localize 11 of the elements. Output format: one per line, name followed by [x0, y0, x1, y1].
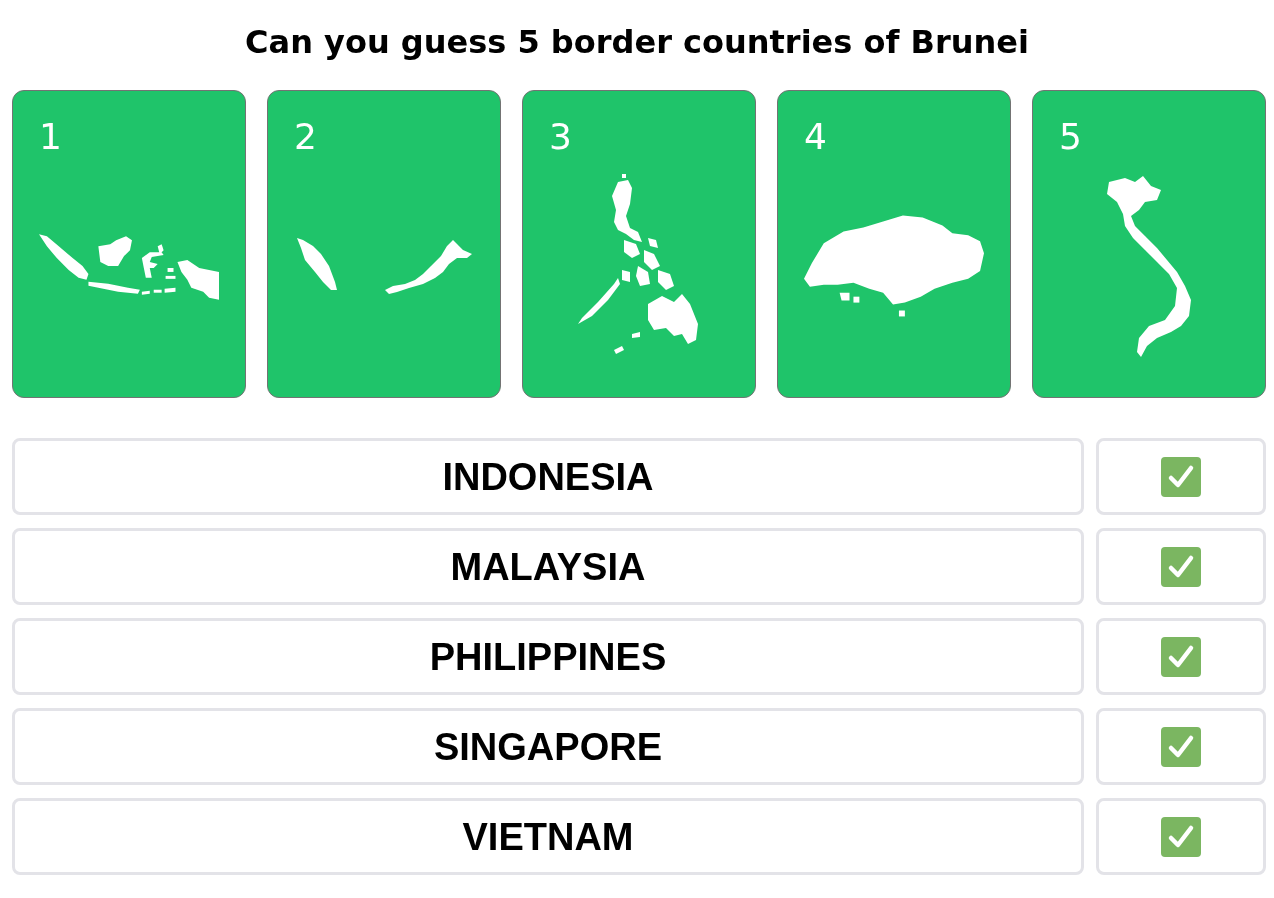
- card-number: 4: [804, 115, 827, 159]
- card-number: 1: [39, 115, 62, 159]
- answer-box: INDONESIA: [12, 438, 1084, 515]
- answer-box: PHILIPPINES: [12, 618, 1084, 695]
- answer-box: VIETNAM: [12, 798, 1084, 875]
- answer-box: MALAYSIA: [12, 528, 1084, 605]
- card-number: 3: [549, 115, 572, 159]
- card-number: 5: [1059, 115, 1082, 159]
- quiz-title: Can you guess 5 border countries of Brunei: [245, 22, 1029, 62]
- card-number: 2: [294, 115, 317, 159]
- answer-box: SINGAPORE: [12, 708, 1084, 785]
